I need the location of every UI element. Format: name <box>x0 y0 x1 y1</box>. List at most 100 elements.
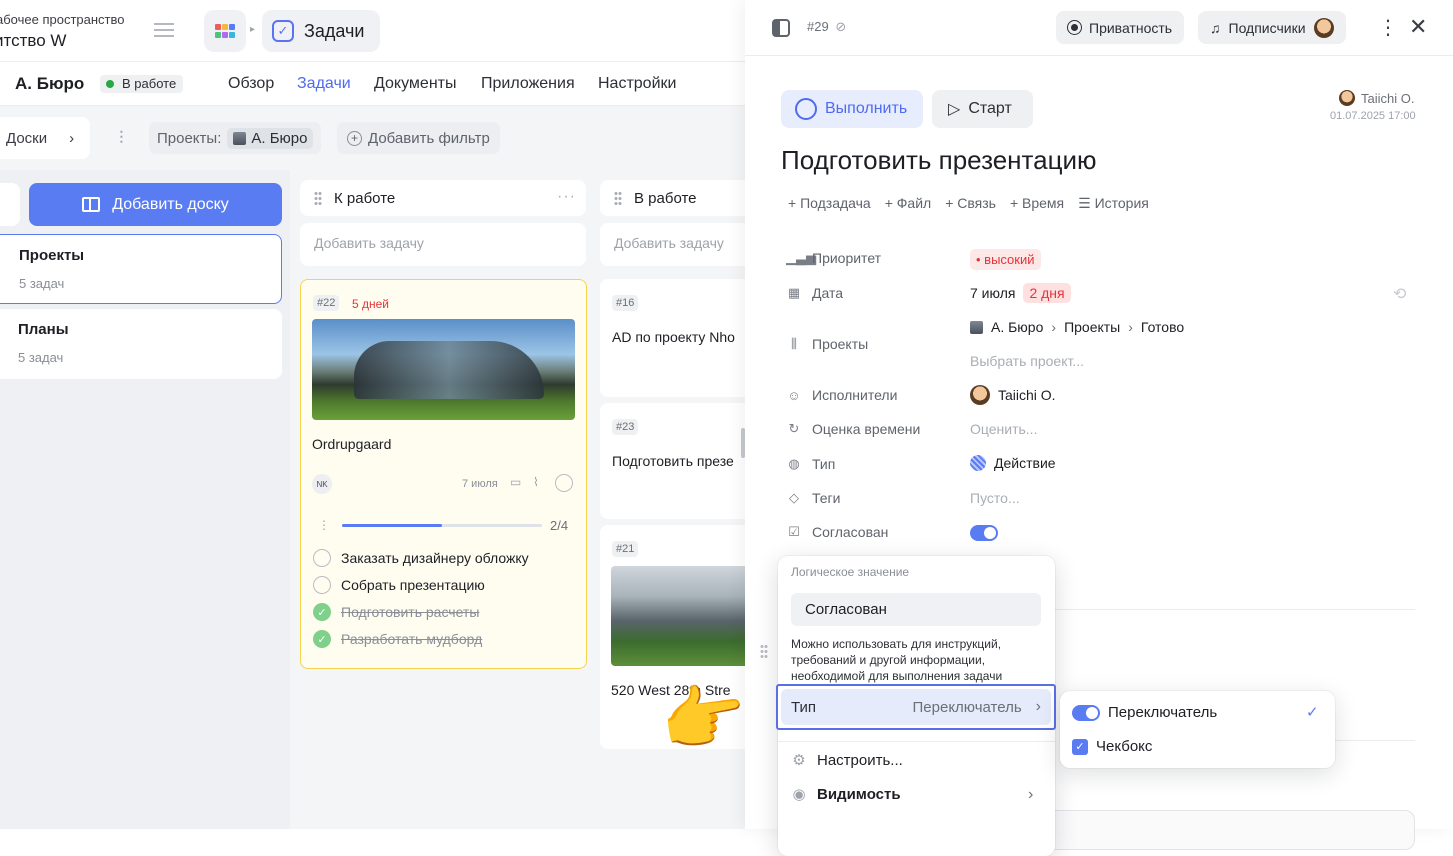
clock-refresh-icon: ↻ <box>788 421 800 436</box>
prop-label: Оценка времени <box>812 421 921 437</box>
add-filter-button[interactable]: + Добавить фильтр <box>337 122 500 154</box>
subtask-item[interactable]: Заказать дизайнеру обложку <box>313 549 529 567</box>
workspace-name[interactable]: итство W <box>0 31 66 51</box>
field-type-row[interactable]: Тип Переключатель › <box>781 689 1051 725</box>
task-title-heading[interactable]: Подготовить презентацию <box>781 145 1097 176</box>
task-card-22[interactable]: #22 5 дней Ordrupgaard NK 7 июля ▭ ⌇ ⋮ 2… <box>300 279 587 669</box>
prop-assignees-value[interactable]: Taiichi O. <box>970 385 1056 405</box>
complete-button[interactable]: Выполнить <box>781 90 923 128</box>
drag-handle-icon[interactable] <box>314 191 322 205</box>
boards-toggle-button[interactable]: Доски › <box>0 117 90 159</box>
field-type-menu-item[interactable]: Тип Переключатель › <box>776 684 1056 730</box>
field-drag-handle-icon[interactable] <box>760 644 768 660</box>
date-remaining-badge: 2 дня <box>1023 283 1071 303</box>
add-link-button[interactable]: + Связь <box>945 195 996 212</box>
projects-filter-value[interactable]: А. Бюро <box>227 127 314 149</box>
assignee-avatar <box>970 385 990 405</box>
menu-icon[interactable] <box>154 23 174 37</box>
prop-projects-label: ⫼ Проекты <box>786 336 868 352</box>
filter-bar: Доски › ⫶ Проекты: А. Бюро + Добавить фи… <box>0 106 745 170</box>
prop-approved-label: ☑ Согласован <box>786 524 888 540</box>
add-task-input[interactable]: Добавить задачу <box>300 223 586 266</box>
select-project-input[interactable]: Выбрать проект... <box>970 353 1084 369</box>
pointing-hand-icon: 👉 <box>654 673 753 763</box>
boards-collapse-button[interactable] <box>0 183 20 226</box>
complete-circle-icon[interactable] <box>555 474 573 492</box>
task-card-23[interactable]: #23 Подготовить презе <box>600 403 745 519</box>
more-icon[interactable]: ··· <box>557 188 576 206</box>
subtask-item[interactable]: ✓ Подготовить расчеты <box>313 603 479 621</box>
column-title: В работе <box>634 189 697 207</box>
prop-type-value[interactable]: Действие <box>970 455 1056 471</box>
type-icon: ◍ <box>788 456 800 471</box>
projects-filter-chip[interactable]: Проекты: А. Бюро <box>149 122 322 154</box>
gear-icon: ⚙ <box>792 752 806 769</box>
column-header[interactable]: В работе <box>600 180 745 216</box>
tab-overview[interactable]: Обзор <box>228 75 274 93</box>
link-icon[interactable]: ⊘ <box>835 19 846 34</box>
column-header[interactable]: К работе ··· <box>300 180 586 216</box>
subtask-checkbox-icon[interactable] <box>313 576 331 594</box>
tab-documents[interactable]: Документы <box>374 75 456 93</box>
add-time-button[interactable]: + Время <box>1010 195 1064 212</box>
subtask-checkbox-icon[interactable] <box>313 549 331 567</box>
smile-icon: ☺ <box>787 387 801 403</box>
complete-label: Выполнить <box>825 100 908 117</box>
privacy-button[interactable]: Приватность <box>1056 11 1185 44</box>
prop-priority-value[interactable]: • высокий <box>970 249 1041 270</box>
subtask-done-icon[interactable]: ✓ <box>313 603 331 621</box>
prop-label: Дата <box>812 285 844 301</box>
task-card-16[interactable]: #16 AD по проекту Nho <box>600 279 745 397</box>
add-task-input[interactable]: Добавить задачу <box>600 223 745 266</box>
subscribers-button[interactable]: ♫ Подписчики <box>1198 11 1346 44</box>
estimate-input[interactable]: Оценить... <box>970 421 1037 437</box>
approved-toggle[interactable] <box>970 525 998 541</box>
subtask-done-icon[interactable]: ✓ <box>313 630 331 648</box>
task-author[interactable]: Taiichi O. <box>1339 90 1414 106</box>
configure-menu-item[interactable]: ⚙ Настроить... <box>791 751 903 770</box>
prop-label: Согласован <box>812 524 889 540</box>
add-board-button[interactable]: Добавить доску <box>29 183 282 226</box>
repeat-icon[interactable]: ⟲ <box>1393 284 1406 304</box>
apps-button[interactable] <box>204 10 246 52</box>
type-option-checkbox[interactable]: ✓ Чекбокс <box>1072 738 1152 755</box>
board-item-projects[interactable]: Проекты 5 задач <box>0 234 282 304</box>
more-vertical-icon[interactable]: ⋮ <box>1378 15 1398 40</box>
tasks-check-icon: ✓ <box>272 20 294 42</box>
prop-date-value[interactable]: 7 июля 2 дня <box>970 283 1071 303</box>
board-item-plans[interactable]: Планы 5 задач <box>0 309 282 379</box>
priority-badge: • высокий <box>970 249 1041 270</box>
close-icon[interactable]: ✕ <box>1409 14 1427 40</box>
tab-settings[interactable]: Настройки <box>598 75 676 93</box>
divider <box>1055 609 1415 610</box>
board-icon <box>82 197 101 212</box>
add-subtask-button[interactable]: + Подзадача <box>788 195 871 212</box>
divider <box>778 741 1055 742</box>
tags-input[interactable]: Пусто... <box>970 490 1020 506</box>
task-number[interactable]: #29 ⊘ <box>807 19 846 35</box>
assignee-avatar: NK <box>312 474 332 494</box>
path-column: Готово <box>1140 319 1185 335</box>
type-option-switch[interactable]: Переключатель <box>1072 704 1217 721</box>
board-count: 5 задач <box>18 350 64 365</box>
tab-tasks[interactable]: Задачи <box>297 75 351 93</box>
field-name-input[interactable] <box>791 593 1041 626</box>
sliders-icon[interactable]: ⫶ <box>119 128 124 149</box>
subtask-progress-fill <box>342 524 442 527</box>
tab-apps[interactable]: Приложения <box>481 75 575 93</box>
chevron-right-icon: › <box>1128 319 1133 335</box>
prop-projects-path[interactable]: А. Бюро › Проекты › Готово <box>970 319 1184 335</box>
drag-handle-icon[interactable] <box>614 191 622 205</box>
start-button[interactable]: ▷ Старт <box>932 90 1033 128</box>
tasks-section-button[interactable]: ✓ Задачи <box>262 10 380 52</box>
add-file-button[interactable]: + Файл <box>885 195 931 212</box>
subtask-item[interactable]: ✓ Разработать мудборд <box>313 630 482 648</box>
project-title[interactable]: А. Бюро <box>15 74 84 94</box>
subtask-text: Заказать дизайнеру обложку <box>341 550 529 566</box>
visibility-menu-item[interactable]: ◉ Видимость <box>791 785 900 804</box>
popup-section-title: Логическое значение <box>791 565 910 579</box>
history-button[interactable]: ☰ История <box>1078 195 1149 212</box>
subtask-item[interactable]: Собрать презентацию <box>313 576 485 594</box>
project-status-badge[interactable]: В работе <box>100 75 184 93</box>
sidebar-toggle-icon[interactable] <box>772 19 790 37</box>
